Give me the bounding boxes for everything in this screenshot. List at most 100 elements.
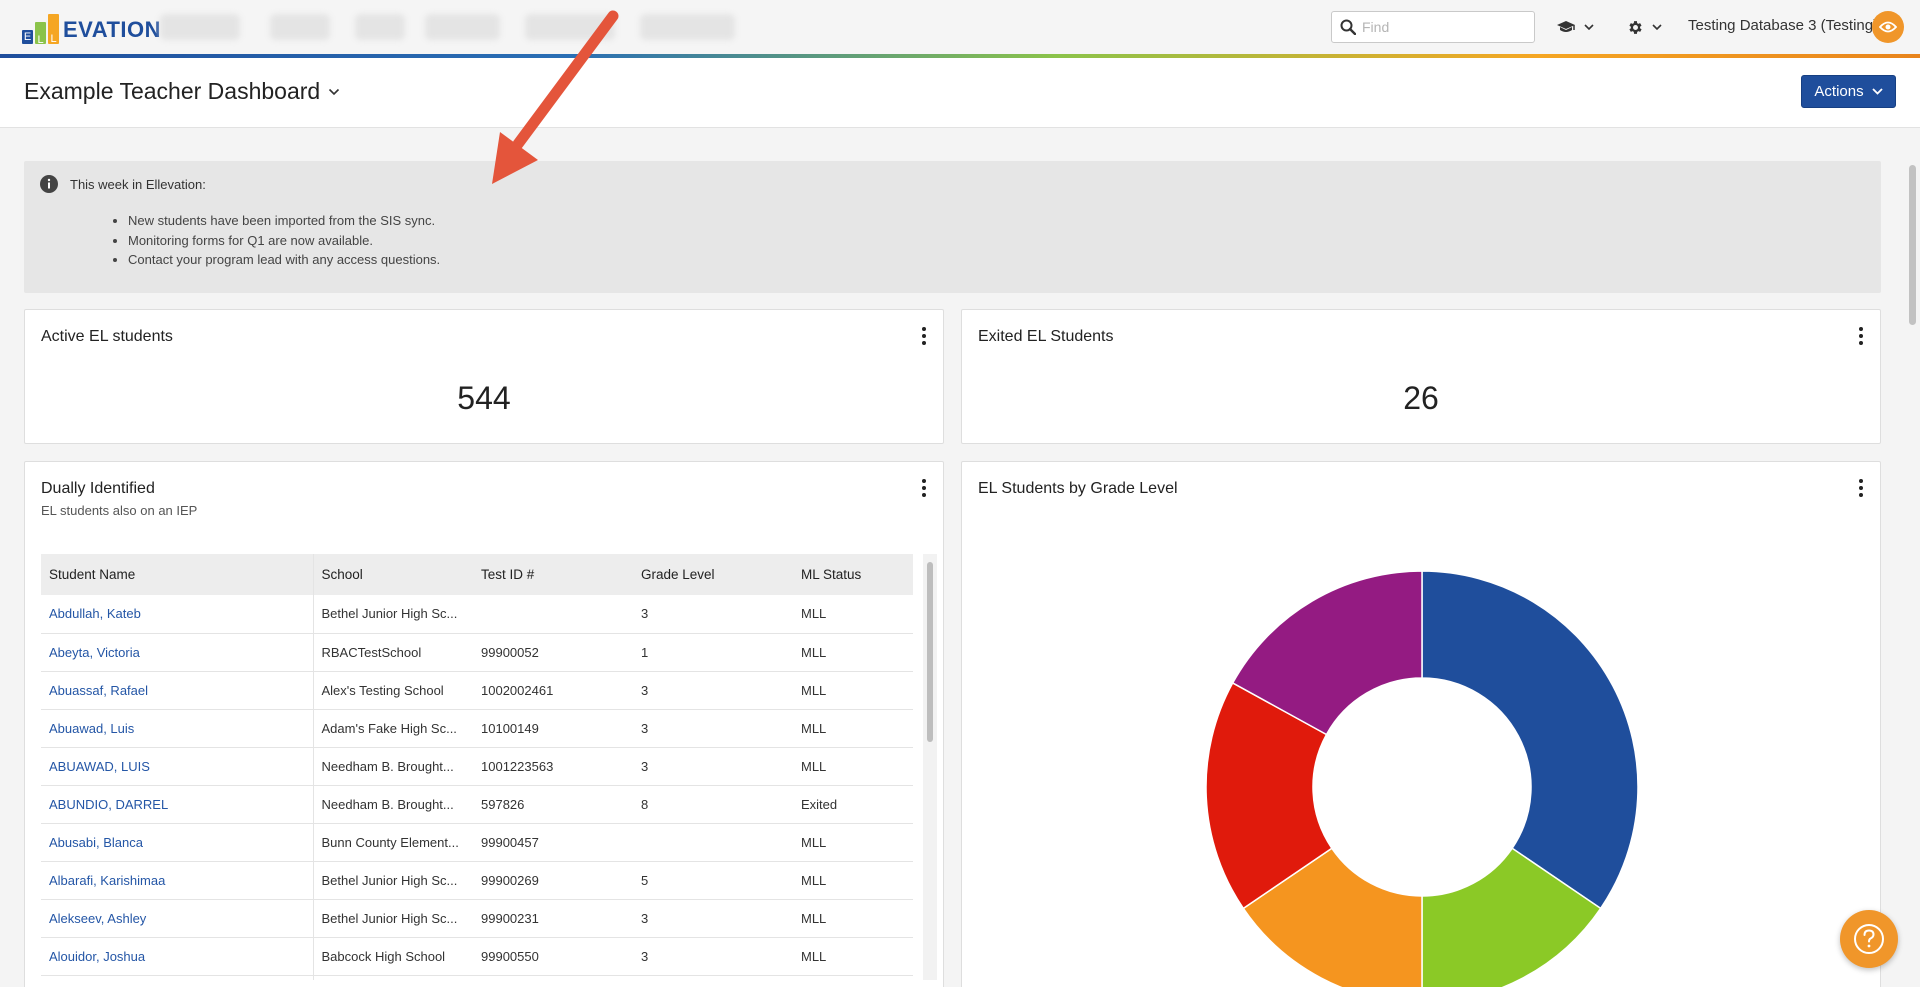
- table-header-row: Student Name School Test ID # Grade Leve…: [41, 554, 913, 595]
- table-cell: MLL: [793, 937, 913, 976]
- table-cell: [793, 975, 913, 980]
- table-cell: 1002002461: [473, 671, 633, 710]
- table-cell: Bethel Junior High Sc...: [313, 899, 473, 938]
- active-el-card: Active EL students 544: [24, 309, 944, 444]
- announcement-panel: This week in Ellevation: New students ha…: [24, 161, 1881, 293]
- table-cell: 99900231: [473, 899, 633, 938]
- student-name-link[interactable]: Alekseev, Ashley: [41, 899, 314, 938]
- card-menu-icon[interactable]: [919, 478, 929, 498]
- table-cell: 99900457: [473, 823, 633, 862]
- table-cell: 3: [633, 747, 793, 786]
- table-cell: Adam's Fake High Sc...: [313, 709, 473, 748]
- table-cell: Alex's Testing School: [313, 671, 473, 710]
- exited-el-card: Exited EL Students 26: [961, 309, 1881, 444]
- card-title: Exited EL Students: [978, 328, 1114, 345]
- table-scrollbar[interactable]: [923, 554, 937, 980]
- table-cell: 99900550: [473, 937, 633, 976]
- student-name-link[interactable]: Abeyta, Victoria: [41, 633, 314, 672]
- search-box[interactable]: [1331, 11, 1535, 43]
- nav-item-blurred[interactable]: [425, 14, 500, 40]
- table-cell: 3: [633, 595, 793, 634]
- table-cell: Babcock High School: [313, 937, 473, 976]
- help-button[interactable]: [1840, 910, 1898, 968]
- chevron-down-icon: [1871, 88, 1883, 95]
- table-cell: 3: [633, 671, 793, 710]
- table-row[interactable]: Abuawad, Luis Adam's Fake High Sc... 10100…: [41, 709, 913, 748]
- graduation-cap-icon: [1557, 21, 1575, 32]
- table-row[interactable]: ABUNDIO, DARREL Needham B. Brought... 5978…: [41, 785, 913, 824]
- table-cell: RBACTestSchool: [313, 633, 473, 672]
- settings-menu[interactable]: [1627, 14, 1662, 40]
- exited-el-count: 26: [1403, 380, 1439, 416]
- table-cell: [313, 975, 473, 980]
- nav-item-blurred[interactable]: [160, 14, 240, 40]
- table-cell: MLL: [793, 709, 913, 748]
- nav-item-blurred[interactable]: [525, 14, 615, 40]
- table-cell: MLL: [793, 747, 913, 786]
- students-menu[interactable]: [1556, 14, 1594, 40]
- list-item: New students have been imported from the…: [128, 211, 1865, 231]
- donut-slice-0[interactable]: [1421, 570, 1639, 910]
- logo-wordmark: EVATION: [63, 17, 162, 42]
- table-cell: Bethel Junior High Sc...: [313, 595, 473, 634]
- student-name-link[interactable]: Abusabi, Blanca: [41, 823, 314, 862]
- table-cell: MLL: [793, 633, 913, 672]
- table-row[interactable]: Abeyta, Victoria RBACTestSchool 99900052 1 M…: [41, 633, 913, 672]
- dashboard-selector[interactable]: Example Teacher Dashboard: [24, 78, 340, 105]
- page-header: Example Teacher Dashboard Actions: [0, 58, 1920, 128]
- card-title: Dually Identified: [41, 480, 155, 497]
- student-name-link[interactable]: Abdullah, Kateb: [41, 595, 314, 634]
- card-menu-icon[interactable]: [1856, 326, 1866, 346]
- table-cell: Needham B. Brought...: [313, 785, 473, 824]
- search-input[interactable]: [1362, 19, 1522, 35]
- table-cell: MLL: [793, 595, 913, 634]
- view-as-button[interactable]: [1872, 11, 1904, 43]
- actions-button[interactable]: Actions: [1801, 75, 1896, 108]
- table-row[interactable]: Alouidor, Joshua Babcock High School 99900…: [41, 937, 913, 976]
- nav-item-blurred[interactable]: [270, 14, 330, 40]
- table-cell: 99900052: [473, 633, 633, 672]
- logo-letter: L: [35, 22, 46, 46]
- student-name-link[interactable]: ABUAWAD, LUIS: [41, 747, 314, 786]
- nav-item-blurred[interactable]: [640, 14, 735, 40]
- table-cell: 1001223563: [473, 747, 633, 786]
- table-cell: Bethel Junior High Sc...: [313, 861, 473, 900]
- table-cell: [633, 823, 793, 862]
- dually-identified-card: Dually Identified EL students also on an…: [24, 461, 944, 987]
- card-menu-icon[interactable]: [919, 326, 929, 346]
- table-cell: [473, 595, 633, 634]
- grade-level-donut-chart: [1205, 570, 1639, 987]
- chevron-down-icon: [1652, 24, 1662, 30]
- tenant-name[interactable]: Testing Database 3 (Testing): [1688, 17, 1878, 34]
- card-subtitle: EL students also on an IEP: [41, 503, 198, 518]
- nav-item-blurred[interactable]: [355, 14, 405, 40]
- help-icon: [1854, 924, 1884, 954]
- table-cell: Exited: [793, 785, 913, 824]
- student-name-link[interactable]: [41, 975, 314, 980]
- column-header[interactable]: Grade Level: [633, 554, 793, 595]
- table-cell: Bunn County Element...: [313, 823, 473, 862]
- table-cell: 3: [633, 899, 793, 938]
- student-name-link[interactable]: Albarafi, Karishimaa: [41, 861, 314, 900]
- page-scrollbar[interactable]: [1905, 161, 1920, 987]
- column-header[interactable]: Student Name: [41, 554, 314, 595]
- column-header[interactable]: ML Status: [793, 554, 913, 595]
- table-row[interactable]: Abuassaf, Rafael Alex's Testing School 100…: [41, 671, 913, 710]
- table-cell: 3: [633, 709, 793, 748]
- student-name-link[interactable]: Alouidor, Joshua: [41, 937, 314, 976]
- ellevation-logo[interactable]: E L L EVATION: [22, 10, 162, 46]
- student-name-link[interactable]: Abuassaf, Rafael: [41, 671, 314, 710]
- student-name-link[interactable]: Abuawad, Luis: [41, 709, 314, 748]
- table-cell: 3: [633, 937, 793, 976]
- table-row[interactable]: Abdullah, Kateb Bethel Junior High Sc... 3…: [41, 595, 913, 634]
- grade-level-card: EL Students by Grade Level: [961, 461, 1881, 987]
- table-row[interactable]: Abusabi, Blanca Bunn County Element... 999…: [41, 823, 913, 862]
- table-row[interactable]: Albarafi, Karishimaa Bethel Junior High S…: [41, 861, 913, 900]
- column-header[interactable]: Test ID #: [473, 554, 633, 595]
- student-name-link[interactable]: ABUNDIO, DARREL: [41, 785, 314, 824]
- table-row[interactable]: [41, 975, 913, 980]
- table-cell: 8: [633, 785, 793, 824]
- table-row[interactable]: ABUAWAD, LUIS Needham B. Brought... 100122…: [41, 747, 913, 786]
- table-row[interactable]: Alekseev, Ashley Bethel Junior High Sc...…: [41, 899, 913, 938]
- column-header[interactable]: School: [313, 554, 473, 595]
